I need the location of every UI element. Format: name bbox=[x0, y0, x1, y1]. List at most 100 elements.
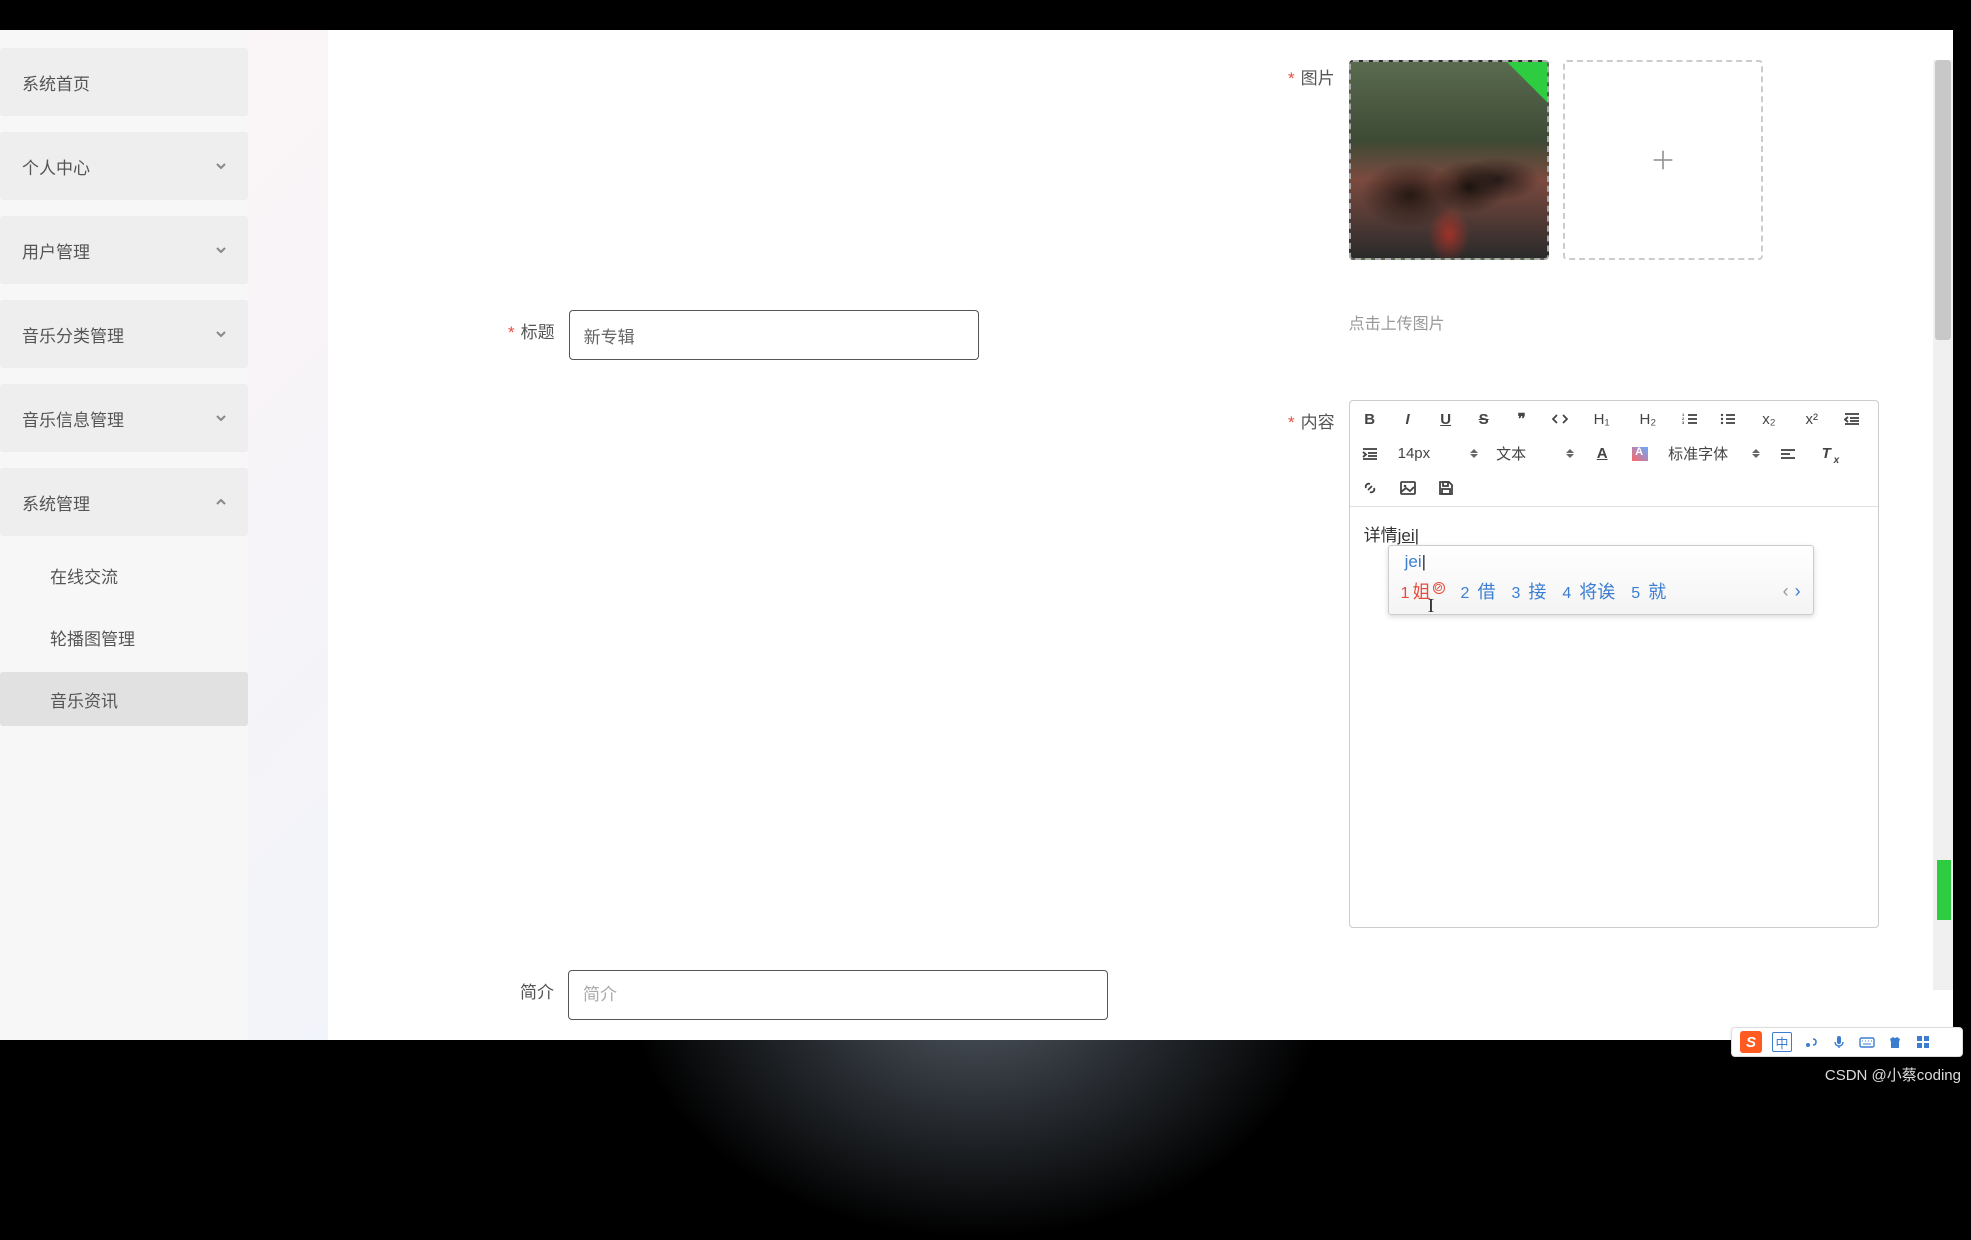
nav-label: 个人中心 bbox=[22, 154, 90, 179]
ol-button[interactable]: 123 bbox=[1680, 409, 1700, 429]
ime-skin-icon[interactable] bbox=[1886, 1033, 1904, 1051]
text-color-button[interactable]: A bbox=[1592, 444, 1612, 464]
editor-body[interactable]: 详情jei| jei 1姐⊘ 2 借 3 接 4 将诶 5 就 ‹› I bbox=[1350, 507, 1878, 927]
chevron-down-icon bbox=[214, 243, 228, 257]
label-image: 图片 bbox=[1288, 60, 1349, 89]
watermark: CSDN @小蔡coding bbox=[1825, 1064, 1961, 1085]
nav-home[interactable]: 系统首页 bbox=[0, 48, 248, 116]
upload-group: 点击上传图片 bbox=[1349, 60, 1763, 334]
ime-menu-icon[interactable] bbox=[1914, 1033, 1932, 1051]
style-select[interactable]: 文本 bbox=[1496, 443, 1574, 464]
nav-system-mgmt[interactable]: 系统管理 bbox=[0, 468, 248, 536]
intro-input[interactable] bbox=[568, 970, 1108, 1020]
chevron-down-icon bbox=[214, 327, 228, 341]
label-content: 内容 bbox=[1288, 400, 1349, 433]
link-button[interactable] bbox=[1360, 478, 1380, 498]
main-form: 标题 简介 图片 点击上传图片 bbox=[328, 30, 1953, 1040]
nav-sub-online-chat[interactable]: 在线交流 bbox=[0, 548, 248, 602]
upload-add-button[interactable] bbox=[1563, 60, 1763, 260]
app-viewport: 系统首页 个人中心 用户管理 音乐分类管理 音乐信息管理 系统管理 在线交流 轮… bbox=[0, 30, 1953, 1040]
sogou-logo-icon: S bbox=[1740, 1031, 1762, 1053]
side-indicator bbox=[1937, 860, 1951, 920]
scrollbar-thumb[interactable] bbox=[1935, 60, 1951, 340]
row-content: 内容 B I U S ❞ H₁ H₂ 123 x₂ x² bbox=[1288, 400, 1879, 928]
ul-button[interactable] bbox=[1718, 409, 1738, 429]
plus-icon bbox=[1649, 146, 1677, 174]
ime-cand-2[interactable]: 2 借 bbox=[1461, 578, 1496, 604]
superscript-button[interactable]: x² bbox=[1800, 409, 1825, 429]
caret-icon bbox=[1752, 449, 1760, 458]
underline-button[interactable]: U bbox=[1436, 409, 1456, 429]
ime-popup[interactable]: jei 1姐⊘ 2 借 3 接 4 将诶 5 就 ‹› bbox=[1388, 545, 1814, 615]
image-button[interactable] bbox=[1398, 478, 1418, 498]
label-title: 标题 bbox=[508, 310, 569, 343]
nav-label: 系统管理 bbox=[22, 490, 90, 515]
editor-toolbar: B I U S ❞ H₁ H₂ 123 x₂ x² 14px 文本 bbox=[1350, 401, 1878, 507]
sidebar: 系统首页 个人中心 用户管理 音乐分类管理 音乐信息管理 系统管理 在线交流 轮… bbox=[0, 30, 248, 1040]
row-intro: 简介 bbox=[508, 970, 1108, 1020]
code-button[interactable] bbox=[1550, 409, 1570, 429]
nav-label: 音乐信息管理 bbox=[22, 406, 124, 431]
ime-cand-3[interactable]: 3 接 bbox=[1511, 578, 1546, 604]
quote-button[interactable]: ❞ bbox=[1512, 409, 1532, 429]
upload-row bbox=[1349, 60, 1763, 260]
editor-text: 详情jei| bbox=[1364, 526, 1419, 545]
strike-button[interactable]: S bbox=[1474, 409, 1494, 429]
text-cursor: I bbox=[1428, 595, 1435, 618]
h2-button[interactable]: H₂ bbox=[1634, 409, 1663, 429]
caret-icon bbox=[1470, 449, 1478, 458]
row-image: 图片 点击上传图片 bbox=[1288, 60, 1763, 334]
h1-button[interactable]: H₁ bbox=[1588, 409, 1616, 429]
nav-sub-carousel[interactable]: 轮播图管理 bbox=[0, 610, 248, 664]
ime-input: jei bbox=[1401, 552, 1801, 572]
font-size-select[interactable]: 14px bbox=[1398, 445, 1479, 462]
nav-music-info[interactable]: 音乐信息管理 bbox=[0, 384, 248, 452]
ime-status-bar[interactable]: S 中 bbox=[1731, 1027, 1963, 1057]
upload-hint: 点击上传图片 bbox=[1349, 310, 1763, 334]
bg-color-button[interactable]: A bbox=[1630, 444, 1650, 464]
scrollbar-vertical[interactable] bbox=[1933, 60, 1953, 990]
nav-label: 轮播图管理 bbox=[50, 625, 135, 650]
nav-sub-music-news[interactable]: 音乐资讯 bbox=[0, 672, 248, 726]
italic-button[interactable]: I bbox=[1398, 409, 1418, 429]
font-family-select[interactable]: 标准字体 bbox=[1668, 443, 1760, 464]
chevron-up-icon bbox=[214, 495, 228, 509]
outdent-button[interactable] bbox=[1842, 409, 1862, 429]
save-button[interactable] bbox=[1436, 478, 1456, 498]
nav-label: 用户管理 bbox=[22, 238, 90, 263]
image-content bbox=[1351, 101, 1547, 258]
chevron-down-icon bbox=[214, 159, 228, 173]
svg-text:3: 3 bbox=[1682, 420, 1685, 425]
ime-candidates: 1姐⊘ 2 借 3 接 4 将诶 5 就 ‹› bbox=[1401, 578, 1801, 604]
nav-profile[interactable]: 个人中心 bbox=[0, 132, 248, 200]
ime-keyboard-icon[interactable] bbox=[1858, 1033, 1876, 1051]
chevron-right-icon: › bbox=[1795, 581, 1801, 602]
bold-button[interactable]: B bbox=[1360, 409, 1380, 429]
ime-pager[interactable]: ‹› bbox=[1783, 581, 1801, 602]
nav-user-mgmt[interactable]: 用户管理 bbox=[0, 216, 248, 284]
ime-cand-1[interactable]: 1姐⊘ bbox=[1401, 578, 1445, 604]
nav-label: 音乐资讯 bbox=[50, 687, 118, 712]
ime-mic-icon[interactable] bbox=[1830, 1033, 1848, 1051]
indent-button[interactable] bbox=[1360, 444, 1380, 464]
ime-punct-icon[interactable] bbox=[1802, 1033, 1820, 1051]
clear-format-button[interactable]: Tx bbox=[1816, 444, 1836, 464]
chevron-down-icon bbox=[214, 411, 228, 425]
ime-cand-4[interactable]: 4 将诶 bbox=[1562, 578, 1615, 604]
cloud-icon: ⊘ bbox=[1433, 582, 1445, 594]
row-title: 标题 bbox=[508, 310, 979, 360]
label-intro: 简介 bbox=[508, 970, 568, 1003]
nav-label: 在线交流 bbox=[50, 563, 118, 588]
title-input[interactable] bbox=[569, 310, 979, 360]
caret-icon bbox=[1566, 449, 1574, 458]
ime-cand-5[interactable]: 5 就 bbox=[1631, 578, 1666, 604]
subscript-button[interactable]: x₂ bbox=[1756, 409, 1781, 429]
rich-editor: B I U S ❞ H₁ H₂ 123 x₂ x² 14px 文本 bbox=[1349, 400, 1879, 928]
uploaded-image-thumb[interactable] bbox=[1349, 60, 1549, 260]
nav-label: 音乐分类管理 bbox=[22, 322, 124, 347]
align-button[interactable] bbox=[1778, 444, 1798, 464]
nav-label: 系统首页 bbox=[22, 70, 90, 95]
chevron-left-icon: ‹ bbox=[1783, 581, 1789, 602]
nav-music-category[interactable]: 音乐分类管理 bbox=[0, 300, 248, 368]
ime-mode-chinese[interactable]: 中 bbox=[1772, 1032, 1792, 1052]
